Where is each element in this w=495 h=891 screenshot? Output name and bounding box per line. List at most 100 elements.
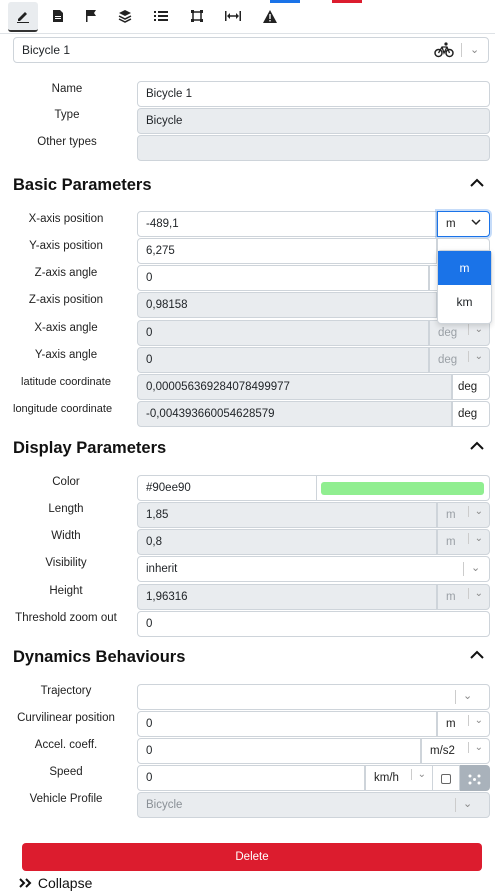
list-icon[interactable] — [146, 2, 176, 30]
display-parameters-header[interactable]: Display Parameters — [13, 439, 166, 458]
latitude-field: 0,000056369284078499977 — [137, 374, 452, 400]
chevron-down-icon: ⌄ — [467, 742, 483, 753]
chevron-down-icon: ⌄ — [467, 506, 483, 517]
chevron-down-icon: ⌄ — [467, 715, 483, 726]
width-icon[interactable] — [218, 2, 248, 30]
type-field: Bicycle — [137, 108, 490, 134]
unit-dropdown-menu: m km — [437, 250, 492, 324]
height-unit: m ⌄ — [437, 584, 490, 610]
unit-option-m[interactable]: m — [438, 251, 491, 285]
curvilinear-label: Curvilinear position — [17, 712, 115, 724]
speed-label: Speed — [49, 766, 83, 778]
collapse-dynamics-icon[interactable] — [469, 647, 485, 664]
chevron-down-icon — [471, 217, 481, 229]
color-swatch — [321, 482, 484, 495]
chevron-down-icon: ⌄ — [471, 562, 481, 574]
z-angle-input[interactable]: 0 — [137, 265, 429, 291]
chevron-down-icon: ⌄ — [470, 44, 480, 56]
collapse-button[interactable]: Collapse — [18, 875, 92, 891]
warning-icon[interactable] — [255, 2, 285, 30]
vehicle-profile-value: Bicycle — [146, 799, 183, 811]
x-angle-label: X-axis angle — [34, 322, 98, 334]
trajectory-select[interactable]: ⌄ — [137, 684, 490, 710]
accel-label: Accel. coeff. — [34, 739, 98, 751]
collapse-basic-icon[interactable] — [469, 175, 485, 192]
speed-checkbox-container[interactable] — [433, 765, 460, 791]
type-label: Type — [54, 109, 80, 121]
crop-icon[interactable] — [182, 2, 212, 30]
vehicle-profile-label: Vehicle Profile — [29, 793, 103, 805]
other-types-label: Other types — [37, 136, 97, 148]
z-position-field: 0,98158 — [137, 292, 437, 318]
x-position-input[interactable]: -489,1 — [137, 211, 437, 237]
y-angle-label: Y-axis angle — [34, 349, 98, 361]
latitude-label: latitude coordinate — [21, 376, 111, 388]
delete-button[interactable]: Delete — [22, 843, 482, 871]
tab-indicator-red — [332, 0, 362, 3]
length-label: Length — [48, 503, 84, 515]
x-angle-unit-label: deg — [438, 327, 458, 339]
object-select[interactable]: Bicycle 1 ⌄ — [13, 37, 489, 63]
speed-unit-select[interactable]: km/h ⌄ — [365, 765, 433, 791]
color-input[interactable]: #90ee90 — [137, 475, 317, 501]
z-position-label: Z-axis position — [28, 294, 104, 306]
collapse-label: Collapse — [37, 875, 93, 891]
y-position-input[interactable]: 6,275 — [137, 238, 437, 264]
accel-unit: m/s2 — [430, 745, 455, 757]
document-icon[interactable] — [43, 2, 73, 30]
width-unit: m ⌄ — [437, 529, 490, 555]
y-angle-unit-label: deg — [438, 354, 458, 366]
x-position-label: X-axis position — [28, 213, 104, 225]
length-field: 1,85 — [137, 502, 437, 528]
curvilinear-input[interactable]: 0 — [137, 711, 437, 737]
width-field: 0,8 — [137, 529, 437, 555]
chevron-down-icon: ⌄ — [467, 533, 483, 544]
bicycle-icon — [434, 42, 454, 63]
curvilinear-unit-select[interactable]: m ⌄ — [437, 711, 490, 737]
height-unit-label: m — [446, 591, 456, 603]
pencil-icon[interactable] — [8, 2, 38, 32]
double-chevron-icon — [18, 875, 38, 891]
chevron-down-icon: ⌄ — [467, 588, 483, 599]
speed-input[interactable]: 0 — [137, 765, 365, 791]
flag-icon[interactable] — [76, 2, 106, 30]
other-types-field — [137, 135, 490, 161]
width-label: Width — [51, 530, 81, 542]
width-unit-label: m — [446, 536, 456, 548]
basic-parameters-header[interactable]: Basic Parameters — [13, 176, 152, 195]
x-angle-field: 0 — [137, 320, 429, 346]
accel-unit-select[interactable]: m/s2 ⌄ — [421, 738, 490, 764]
longitude-unit: deg — [452, 401, 490, 427]
speed-unit: km/h — [374, 772, 399, 784]
unit-option-km[interactable]: km — [438, 285, 491, 319]
visibility-select[interactable]: inherit ⌄ — [137, 556, 490, 582]
threshold-input[interactable]: 0 — [137, 611, 490, 637]
accel-input[interactable]: 0 — [137, 738, 421, 764]
collapse-display-icon[interactable] — [469, 438, 485, 455]
x-position-unit-select[interactable]: m — [437, 211, 490, 237]
x-position-unit: m — [446, 218, 456, 230]
z-angle-label: Z-axis angle — [34, 267, 98, 279]
longitude-field: -0,004393660054628579 — [137, 401, 452, 427]
longitude-label: longitude coordinate — [13, 403, 113, 415]
speed-checkbox[interactable] — [441, 774, 451, 784]
latitude-unit: deg — [452, 374, 490, 400]
length-unit-label: m — [446, 509, 456, 521]
y-angle-field: 0 — [137, 347, 429, 373]
trajectory-label: Trajectory — [40, 685, 92, 697]
color-picker[interactable] — [317, 475, 490, 501]
length-unit: m ⌄ — [437, 502, 490, 528]
layers-icon[interactable] — [110, 2, 140, 30]
threshold-label: Threshold zoom out — [15, 612, 117, 624]
color-label: Color — [52, 476, 80, 488]
visibility-value: inherit — [146, 563, 178, 575]
chevron-down-icon: ⌄ — [467, 324, 483, 335]
dynamics-behaviours-header[interactable]: Dynamics Behaviours — [13, 648, 185, 667]
toolbar — [0, 0, 495, 34]
y-position-label: Y-axis position — [29, 240, 103, 252]
name-input[interactable]: Bicycle 1 — [137, 81, 490, 107]
vehicle-profile-select: Bicycle ⌄ — [137, 792, 490, 818]
y-angle-unit: deg ⌄ — [429, 347, 490, 373]
speed-random-button[interactable] — [460, 765, 490, 791]
chevron-down-icon: ⌄ — [463, 798, 473, 810]
